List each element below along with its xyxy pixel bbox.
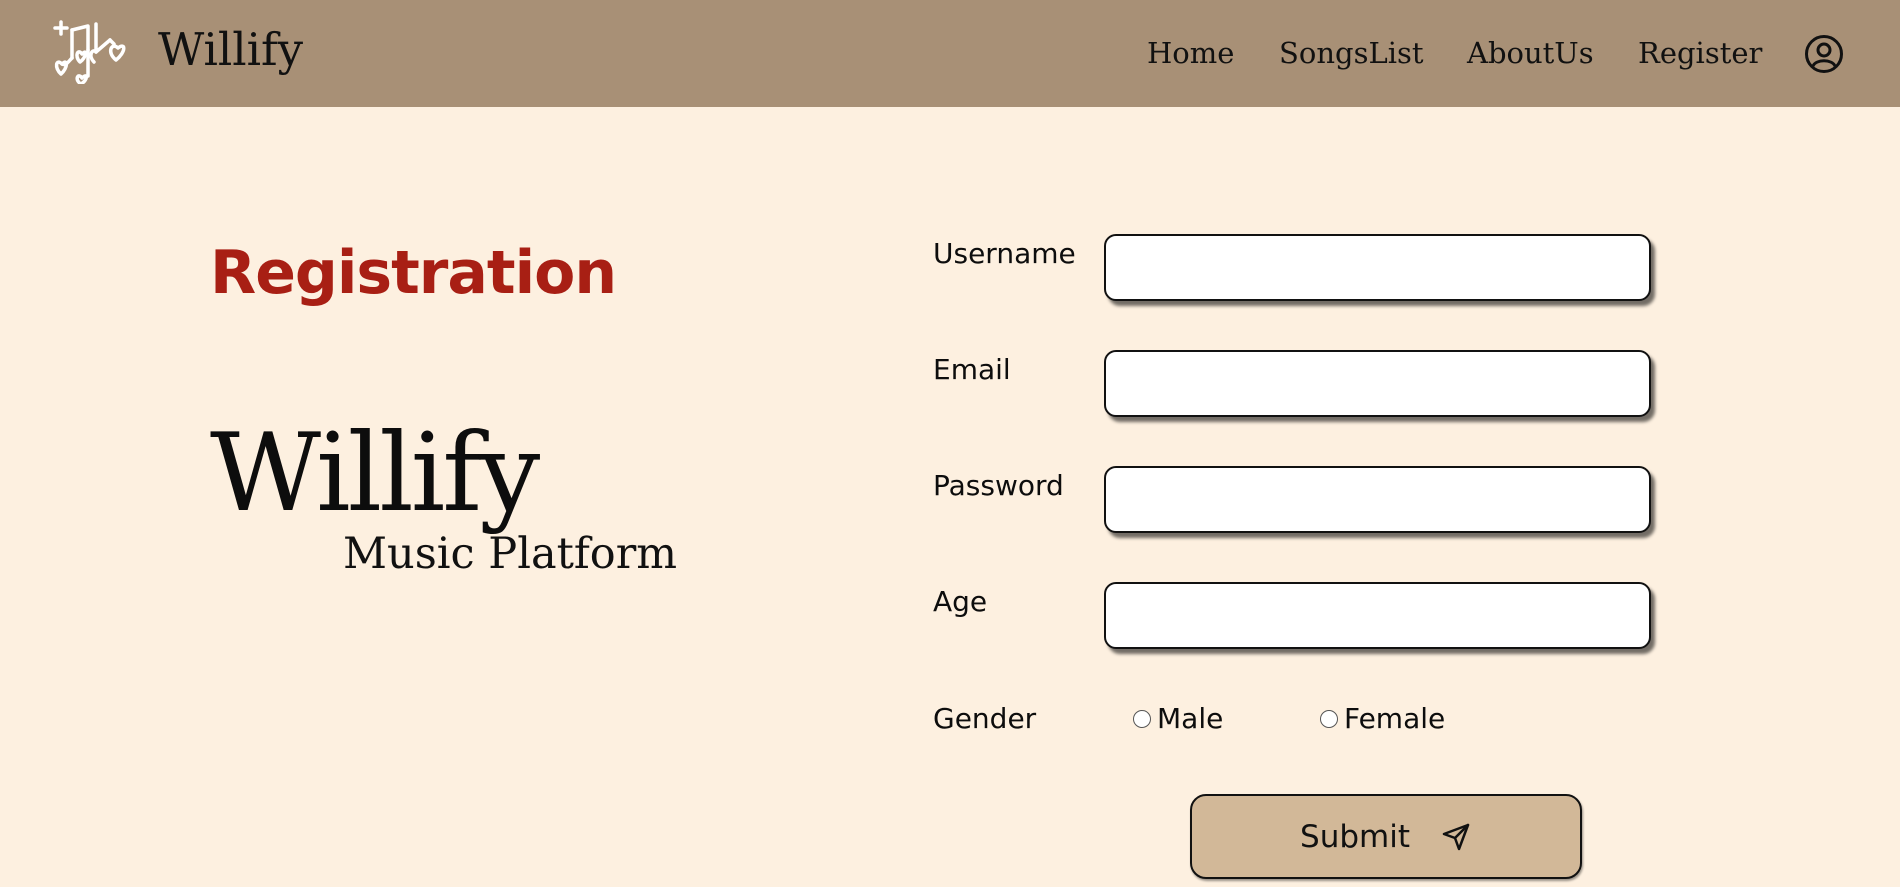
- nav-register-link[interactable]: Register: [1638, 30, 1762, 76]
- page-title: Registration: [210, 238, 617, 308]
- age-input[interactable]: [1104, 582, 1651, 649]
- gender-male-radio[interactable]: [1133, 710, 1151, 728]
- username-input[interactable]: [1104, 234, 1651, 301]
- music-notes-hearts-icon[interactable]: [52, 18, 134, 84]
- gender-label: Gender: [933, 702, 1037, 735]
- email-label: Email: [933, 353, 1011, 386]
- brand-name[interactable]: Willify: [158, 20, 303, 80]
- password-label: Password: [933, 469, 1064, 502]
- navbar: Willify Home SongsList AboutUs Register: [0, 0, 1900, 107]
- submit-button[interactable]: Submit: [1190, 794, 1582, 879]
- submit-label: Submit: [1300, 818, 1410, 855]
- user-circle-icon[interactable]: [1804, 34, 1844, 74]
- password-input[interactable]: [1104, 466, 1651, 533]
- username-label: Username: [933, 237, 1076, 270]
- age-label: Age: [933, 585, 988, 618]
- gender-male-label[interactable]: Male: [1157, 700, 1223, 738]
- gender-male-option[interactable]: Male: [1133, 700, 1223, 738]
- gender-female-label[interactable]: Female: [1344, 700, 1445, 738]
- gender-female-option[interactable]: Female: [1320, 700, 1445, 738]
- nav-songslist-link[interactable]: SongsList: [1279, 30, 1424, 76]
- willify-logo-tagline: Music Platform: [343, 529, 678, 579]
- willify-logo-wordmark: Willify: [210, 411, 540, 536]
- nav-home-link[interactable]: Home: [1147, 30, 1234, 76]
- nav-aboutus-link[interactable]: AboutUs: [1467, 30, 1594, 76]
- gender-female-radio[interactable]: [1320, 710, 1338, 728]
- send-icon: [1442, 823, 1470, 850]
- email-input[interactable]: [1104, 350, 1651, 417]
